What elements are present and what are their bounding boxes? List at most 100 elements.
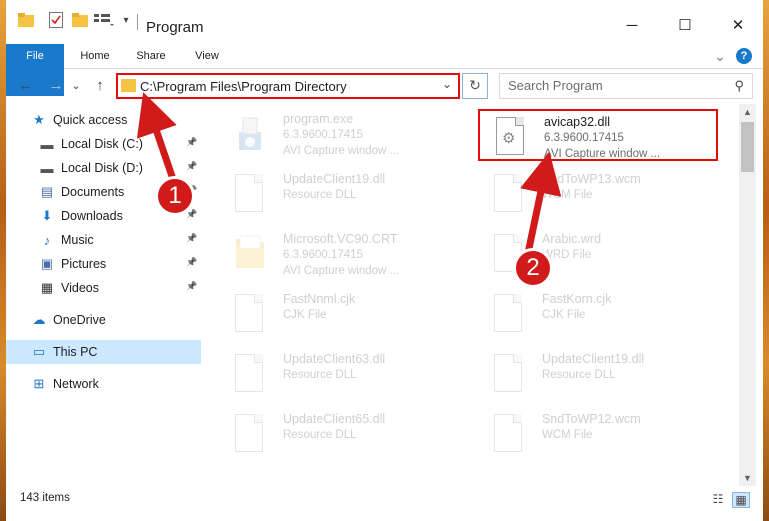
file-item[interactable]: SndToWP13.wcm WCM File — [478, 168, 718, 220]
close-button[interactable]: ✕ — [715, 10, 761, 40]
address-bar[interactable]: C:\Program Files\Program Directory ⌄ — [116, 73, 460, 99]
sidebar-item-label: OneDrive — [53, 313, 106, 327]
file-item[interactable]: UpdateClient65.dll Resource DLL — [219, 408, 459, 460]
pin-icon[interactable]: 📌 — [186, 161, 197, 172]
navigation-bar: ← → ⌄ ↑ C:\Program Files\Program Directo… — [6, 69, 763, 103]
forward-button[interactable]: → — [46, 76, 66, 96]
file-name: avicap32.dll — [544, 115, 611, 129]
file-item[interactable]: Microsoft.VC90.CRT 6.3.9600.17415 AVI Capt… — [219, 228, 459, 280]
expand-ribbon-icon[interactable]: ⌄ — [712, 44, 728, 68]
new-folder-icon[interactable] — [72, 11, 88, 29]
scroll-up-icon[interactable]: ▲ — [739, 104, 756, 120]
back-button[interactable]: ← — [16, 76, 36, 96]
file-name: UpdateClient63.dll — [283, 352, 386, 366]
dll-file-icon: ⚙ — [496, 117, 526, 157]
title-separator — [137, 14, 138, 30]
file-detail: 6.3.9600.17415 — [283, 129, 363, 141]
file-item[interactable]: program.exe 6.3.9600.17415 AVI Capture win… — [219, 108, 459, 160]
tab-share[interactable]: Share — [126, 44, 176, 68]
star-icon: ★ — [33, 112, 45, 127]
pictures-icon: ▣ — [40, 256, 54, 271]
file-item[interactable]: FastKorn.cjk CJK File — [478, 288, 718, 340]
step-badge-2: 2 — [513, 248, 553, 288]
sidebar-item-onedrive[interactable]: ☁ OneDrive — [6, 308, 201, 332]
sidebar-item-pictures[interactable]: ▣ Pictures 📌 — [6, 252, 201, 276]
pin-icon[interactable]: 📌 — [186, 233, 197, 244]
network-icon: ⊞ — [33, 376, 45, 391]
address-path[interactable]: C:\Program Files\Program Directory — [140, 79, 347, 94]
file-name: FastKorn.cjk — [542, 292, 612, 306]
file-name: program.exe — [283, 112, 354, 126]
sidebar-item-this-pc[interactable]: ▭ This PC — [6, 340, 201, 364]
pin-icon[interactable]: 📌 — [186, 137, 197, 148]
sidebar-item-label: Local Disk (C:) — [61, 137, 143, 151]
title-bar: ▾ Program ─ ☐ ✕ — [6, 0, 763, 44]
file-detail: CJK File — [542, 309, 586, 321]
sidebar-item-label: Music — [61, 233, 94, 247]
recent-locations-icon[interactable]: ⌄ — [66, 76, 86, 96]
pin-icon[interactable]: 📌 — [186, 257, 197, 268]
sidebar-item-label: Documents — [61, 185, 125, 199]
file-detail: Resource DLL — [542, 369, 616, 381]
up-button[interactable]: ↑ — [90, 76, 110, 96]
window-title: Program — [146, 19, 204, 36]
file-item[interactable]: UpdateClient63.dll Resource DLL — [219, 348, 459, 400]
vertical-scrollbar[interactable]: ▲ ▼ — [739, 104, 756, 486]
minimize-button[interactable]: ─ — [609, 10, 655, 40]
search-input[interactable] — [508, 78, 708, 93]
file-name: SndToWP12.wcm — [542, 412, 641, 426]
sidebar-item-music[interactable]: ♪ Music 📌 — [6, 228, 201, 252]
address-dropdown-icon[interactable]: ⌄ — [442, 77, 452, 91]
sidebar-item-label: This PC — [53, 345, 98, 359]
chevron-down-icon[interactable]: ▾ — [120, 11, 132, 29]
file-item[interactable]: FastNnml.cjk CJK File — [219, 288, 459, 340]
file-icon — [235, 174, 265, 214]
details-view-icon[interactable]: ☷ — [710, 492, 726, 506]
file-detail: AVI Capture window ... — [544, 148, 661, 160]
tab-view[interactable]: View — [182, 44, 232, 68]
ribbon-tabs: File Home Share View ⌄ ? — [6, 44, 763, 96]
tiles-view-icon[interactable]: ▦ — [732, 492, 750, 508]
file-detail: Resource DLL — [283, 189, 357, 201]
sidebar-item-label: Pictures — [61, 257, 107, 271]
file-icon — [494, 294, 524, 334]
file-icon — [494, 354, 524, 394]
file-detail: AVI Capture window ... — [283, 145, 400, 157]
sidebar-item-quick-access[interactable]: ★ Quick access — [6, 108, 201, 132]
music-icon: ♪ — [43, 232, 51, 248]
this-pc-icon: ▭ — [32, 344, 46, 359]
sidebar-item-label: Local Disk (D:) — [61, 161, 143, 175]
search-box[interactable]: ⚲ — [499, 73, 753, 99]
gear-icon: ⚙ — [502, 130, 516, 147]
file-name: Microsoft.VC90.CRT — [283, 232, 398, 246]
file-detail: AVI Capture window ... — [283, 265, 400, 277]
file-name: SndToWP13.wcm — [542, 172, 641, 186]
folder-icon — [121, 79, 136, 92]
sidebar-item-label: Downloads — [61, 209, 123, 223]
customize-toolbar-icon[interactable] — [94, 11, 114, 29]
properties-icon[interactable] — [48, 11, 64, 29]
file-detail: WCM File — [542, 429, 593, 441]
sidebar-item-videos[interactable]: ▦ Videos 📌 — [6, 276, 201, 300]
help-icon[interactable]: ? — [736, 48, 752, 64]
sidebar-item-local-disk-c[interactable]: ▬ Local Disk (C:) 📌 — [6, 132, 201, 156]
item-count: 143 items — [20, 492, 70, 504]
status-bar: 143 items ☷ ▦ — [6, 486, 763, 511]
sidebar-item-network[interactable]: ⊞ Network — [6, 372, 201, 396]
file-item[interactable]: UpdateClient19.dll Resource DLL — [219, 168, 459, 220]
scrollbar-thumb[interactable] — [741, 122, 754, 172]
scroll-down-icon[interactable]: ▼ — [739, 470, 756, 486]
file-detail: Resource DLL — [283, 429, 357, 441]
file-name: Arabic.wrd — [542, 232, 602, 246]
maximize-button[interactable]: ☐ — [662, 10, 708, 40]
file-detail: WCM File — [542, 189, 593, 201]
sidebar-item-label: Videos — [61, 281, 99, 295]
file-item[interactable]: UpdateClient19.dll Resource DLL — [478, 348, 718, 400]
file-item-highlighted[interactable]: ⚙ avicap32.dll 6.3.9600.17415 AVI Capture w… — [478, 109, 718, 161]
refresh-button[interactable]: ↻ — [462, 73, 488, 99]
tab-home[interactable]: Home — [70, 44, 120, 68]
pin-icon[interactable]: 📌 — [186, 281, 197, 292]
file-item[interactable]: SndToWP12.wcm WCM File — [478, 408, 718, 460]
sidebar-item-label: Network — [53, 377, 99, 391]
search-icon[interactable]: ⚲ — [734, 78, 744, 94]
